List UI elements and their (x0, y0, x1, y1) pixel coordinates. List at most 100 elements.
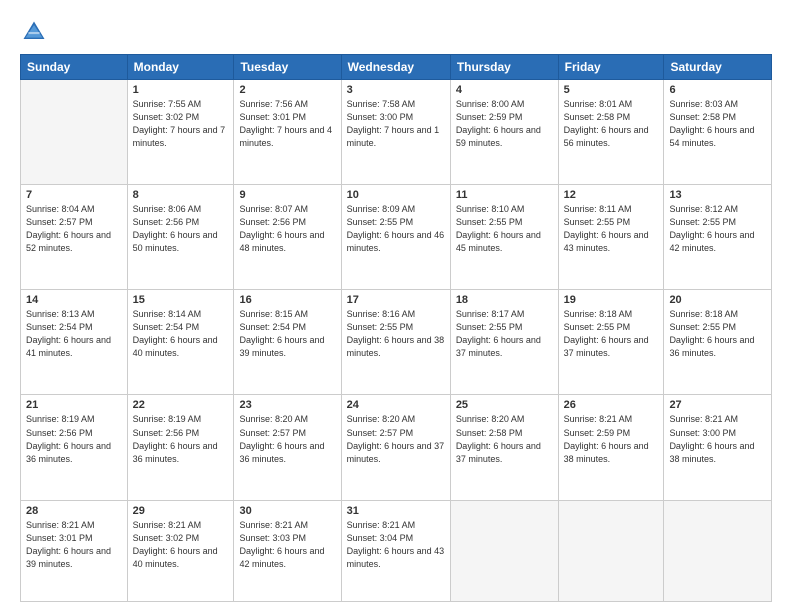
col-header-wednesday: Wednesday (341, 55, 450, 80)
day-info: Sunrise: 8:06 AMSunset: 2:56 PMDaylight:… (133, 203, 229, 255)
calendar-cell: 3 Sunrise: 7:58 AMSunset: 3:00 PMDaylight… (341, 80, 450, 185)
calendar-cell: 24Sunrise: 8:20 AMSunset: 2:57 PMDayligh… (341, 395, 450, 500)
day-info: Sunrise: 8:18 AMSunset: 2:55 PMDaylight:… (669, 308, 766, 360)
day-number: 5 (564, 84, 659, 96)
day-number: 1 (133, 84, 229, 96)
logo (20, 18, 52, 46)
calendar-cell: 12 Sunrise: 8:11 AMSunset: 2:55 PMDayligh… (558, 185, 664, 290)
calendar-cell: 18 Sunrise: 8:17 AMSunset: 2:55 PMDayligh… (450, 290, 558, 395)
day-info: Sunrise: 8:04 AMSunset: 2:57 PMDaylight:… (26, 203, 122, 255)
day-number: 17 (347, 294, 445, 306)
day-number: 24 (347, 399, 445, 411)
day-info: Sunrise: 8:15 AMSunset: 2:54 PMDaylight:… (239, 308, 335, 360)
day-info: Sunrise: 8:20 AMSunset: 2:58 PMDaylight:… (456, 413, 553, 465)
col-header-saturday: Saturday (664, 55, 772, 80)
calendar-cell: 26Sunrise: 8:21 AMSunset: 2:59 PMDayligh… (558, 395, 664, 500)
day-info: Sunrise: 8:17 AMSunset: 2:55 PMDaylight:… (456, 308, 553, 360)
day-number: 30 (239, 505, 335, 517)
calendar-cell: 10 Sunrise: 8:09 AMSunset: 2:55 PMDayligh… (341, 185, 450, 290)
day-number: 7 (26, 189, 122, 201)
day-number: 19 (564, 294, 659, 306)
calendar-cell (450, 500, 558, 601)
day-info: Sunrise: 8:11 AMSunset: 2:55 PMDaylight:… (564, 203, 659, 255)
calendar-cell: 28 Sunrise: 8:21 AMSunset: 3:01 PMDayligh… (21, 500, 128, 601)
logo-icon (20, 18, 48, 46)
day-info: Sunrise: 8:16 AMSunset: 2:55 PMDaylight:… (347, 308, 445, 360)
day-info: Sunrise: 8:18 AMSunset: 2:55 PMDaylight:… (564, 308, 659, 360)
week-row-3: 14Sunrise: 8:13 AMSunset: 2:54 PMDayligh… (21, 290, 772, 395)
day-number: 23 (239, 399, 335, 411)
day-info: Sunrise: 8:19 AMSunset: 2:56 PMDaylight:… (26, 413, 122, 465)
day-info: Sunrise: 8:07 AMSunset: 2:56 PMDaylight:… (239, 203, 335, 255)
day-number: 14 (26, 294, 122, 306)
day-number: 20 (669, 294, 766, 306)
day-info: Sunrise: 8:21 AMSunset: 3:01 PMDaylight:… (26, 519, 122, 571)
day-info: Sunrise: 7:58 AMSunset: 3:00 PMDaylight:… (347, 98, 445, 150)
day-info: Sunrise: 8:21 AMSunset: 2:59 PMDaylight:… (564, 413, 659, 465)
day-info: Sunrise: 8:14 AMSunset: 2:54 PMDaylight:… (133, 308, 229, 360)
day-info: Sunrise: 8:21 AMSunset: 3:03 PMDaylight:… (239, 519, 335, 571)
week-row-4: 21 Sunrise: 8:19 AMSunset: 2:56 PMDayligh… (21, 395, 772, 500)
calendar-cell: 25 Sunrise: 8:20 AMSunset: 2:58 PMDayligh… (450, 395, 558, 500)
calendar-cell: 22Sunrise: 8:19 AMSunset: 2:56 PMDayligh… (127, 395, 234, 500)
day-number: 3 (347, 84, 445, 96)
day-info: Sunrise: 8:21 AMSunset: 3:00 PMDaylight:… (669, 413, 766, 465)
day-number: 18 (456, 294, 553, 306)
day-info: Sunrise: 8:12 AMSunset: 2:55 PMDaylight:… (669, 203, 766, 255)
calendar-cell (558, 500, 664, 601)
day-number: 31 (347, 505, 445, 517)
day-number: 25 (456, 399, 553, 411)
calendar-cell: 30 Sunrise: 8:21 AMSunset: 3:03 PMDayligh… (234, 500, 341, 601)
calendar-cell: 2 Sunrise: 7:56 AMSunset: 3:01 PMDaylight… (234, 80, 341, 185)
day-number: 29 (133, 505, 229, 517)
day-number: 4 (456, 84, 553, 96)
calendar-cell: 19 Sunrise: 8:18 AMSunset: 2:55 PMDayligh… (558, 290, 664, 395)
day-info: Sunrise: 8:21 AMSunset: 3:02 PMDaylight:… (133, 519, 229, 571)
header (20, 18, 772, 46)
col-header-sunday: Sunday (21, 55, 128, 80)
day-info: Sunrise: 8:09 AMSunset: 2:55 PMDaylight:… (347, 203, 445, 255)
calendar-cell: 29 Sunrise: 8:21 AMSunset: 3:02 PMDayligh… (127, 500, 234, 601)
calendar-cell: 9 Sunrise: 8:07 AMSunset: 2:56 PMDaylight… (234, 185, 341, 290)
col-header-thursday: Thursday (450, 55, 558, 80)
week-row-2: 7 Sunrise: 8:04 AMSunset: 2:57 PMDaylight… (21, 185, 772, 290)
calendar-cell: 27 Sunrise: 8:21 AMSunset: 3:00 PMDayligh… (664, 395, 772, 500)
day-number: 28 (26, 505, 122, 517)
day-info: Sunrise: 7:56 AMSunset: 3:01 PMDaylight:… (239, 98, 335, 150)
day-info: Sunrise: 8:19 AMSunset: 2:56 PMDaylight:… (133, 413, 229, 465)
calendar-cell: 17 Sunrise: 8:16 AMSunset: 2:55 PMDayligh… (341, 290, 450, 395)
calendar-cell: 8 Sunrise: 8:06 AMSunset: 2:56 PMDaylight… (127, 185, 234, 290)
day-number: 15 (133, 294, 229, 306)
day-info: Sunrise: 8:20 AMSunset: 2:57 PMDaylight:… (239, 413, 335, 465)
day-number: 10 (347, 189, 445, 201)
calendar-cell: 23 Sunrise: 8:20 AMSunset: 2:57 PMDayligh… (234, 395, 341, 500)
day-number: 27 (669, 399, 766, 411)
calendar-cell: 14Sunrise: 8:13 AMSunset: 2:54 PMDayligh… (21, 290, 128, 395)
calendar-cell: 15 Sunrise: 8:14 AMSunset: 2:54 PMDayligh… (127, 290, 234, 395)
day-number: 8 (133, 189, 229, 201)
day-number: 13 (669, 189, 766, 201)
day-number: 6 (669, 84, 766, 96)
day-info: Sunrise: 7:55 AMSunset: 3:02 PMDaylight:… (133, 98, 229, 150)
day-info: Sunrise: 8:21 AMSunset: 3:04 PMDaylight:… (347, 519, 445, 571)
page: SundayMondayTuesdayWednesdayThursdayFrid… (0, 0, 792, 612)
day-number: 9 (239, 189, 335, 201)
calendar-cell: 4 Sunrise: 8:00 AMSunset: 2:59 PMDaylight… (450, 80, 558, 185)
day-info: Sunrise: 8:01 AMSunset: 2:58 PMDaylight:… (564, 98, 659, 150)
day-info: Sunrise: 8:03 AMSunset: 2:58 PMDaylight:… (669, 98, 766, 150)
calendar-cell: 11Sunrise: 8:10 AMSunset: 2:55 PMDayligh… (450, 185, 558, 290)
day-number: 16 (239, 294, 335, 306)
calendar-cell: 31 Sunrise: 8:21 AMSunset: 3:04 PMDayligh… (341, 500, 450, 601)
day-number: 2 (239, 84, 335, 96)
header-row: SundayMondayTuesdayWednesdayThursdayFrid… (21, 55, 772, 80)
day-info: Sunrise: 8:00 AMSunset: 2:59 PMDaylight:… (456, 98, 553, 150)
calendar-cell: 20 Sunrise: 8:18 AMSunset: 2:55 PMDayligh… (664, 290, 772, 395)
week-row-5: 28 Sunrise: 8:21 AMSunset: 3:01 PMDayligh… (21, 500, 772, 601)
day-number: 21 (26, 399, 122, 411)
calendar-cell: 7 Sunrise: 8:04 AMSunset: 2:57 PMDaylight… (21, 185, 128, 290)
col-header-friday: Friday (558, 55, 664, 80)
day-number: 12 (564, 189, 659, 201)
day-info: Sunrise: 8:10 AMSunset: 2:55 PMDaylight:… (456, 203, 553, 255)
week-row-1: 1 Sunrise: 7:55 AMSunset: 3:02 PMDaylight… (21, 80, 772, 185)
calendar-table: SundayMondayTuesdayWednesdayThursdayFrid… (20, 54, 772, 602)
